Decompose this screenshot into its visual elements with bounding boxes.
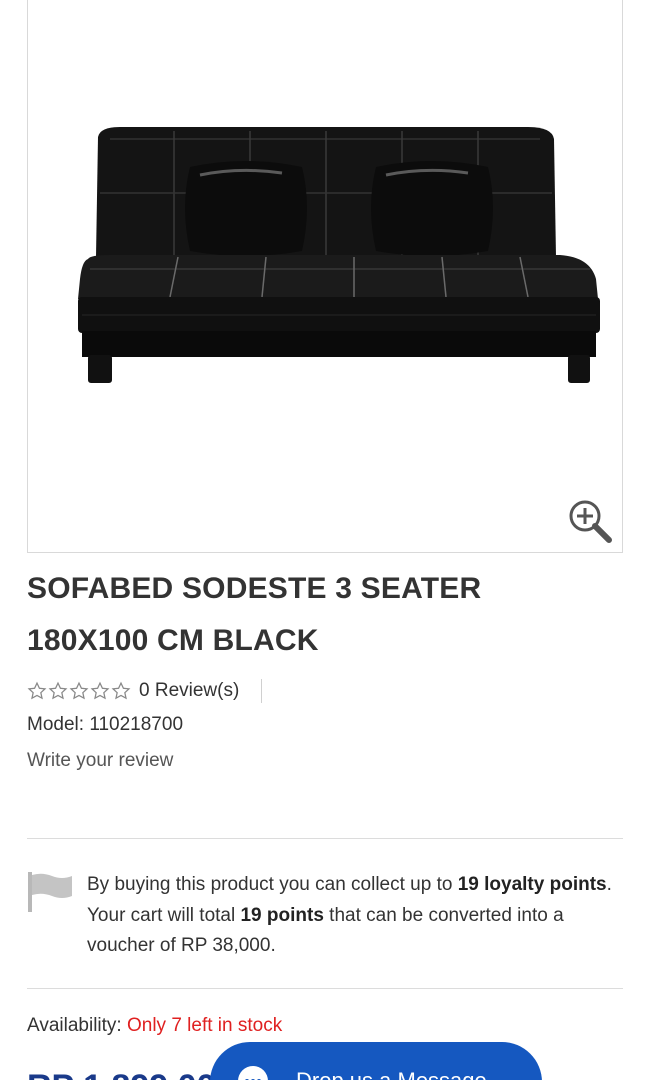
product-price: RP 1.899.000	[27, 1068, 234, 1080]
section-divider	[27, 838, 623, 839]
section-divider	[27, 988, 623, 989]
flag-icon	[28, 872, 72, 912]
loyalty-points: 19 loyalty points	[457, 874, 607, 895]
rating-row: 0 Review(s)	[27, 678, 263, 704]
drop-message-chat-button[interactable]: Drop us a Message	[210, 1042, 542, 1080]
loyalty-total-points: 19 points	[240, 904, 324, 926]
loyalty-text-before: By buying this product you can collect u…	[87, 874, 458, 895]
review-count-link[interactable]: 0 Review(s)	[139, 680, 239, 702]
stock-status: Only 7 left in stock	[126, 1015, 283, 1036]
availability-label: Availability:	[27, 1015, 122, 1036]
product-title-line-2: 180X100 CM BLACK	[27, 624, 319, 657]
star-outline-icon	[69, 681, 89, 700]
star-outline-icon	[111, 681, 131, 700]
zoom-in-icon[interactable]	[565, 496, 613, 544]
model-value: 110218700	[89, 714, 184, 735]
loyalty-points-message: By buying this product you can collect u…	[87, 870, 627, 962]
availability: Availability: Only 7 left in stock	[27, 1015, 282, 1037]
star-outline-icon	[48, 681, 68, 700]
product-page: SOFABED SODESTE 3 SEATER 180X100 CM BLAC…	[0, 0, 649, 1080]
star-outline-icon	[27, 681, 47, 700]
product-title-line-1: SOFABED SODESTE 3 SEATER	[27, 572, 482, 605]
model-number: Model: 110218700	[27, 714, 183, 736]
write-review-link[interactable]: Write your review	[27, 750, 173, 772]
model-label: Model:	[27, 714, 85, 735]
product-title: SOFABED SODESTE 3 SEATER 180X100 CM BLAC…	[27, 563, 617, 667]
chat-bubble-icon	[238, 1066, 268, 1080]
product-image-frame[interactable]	[27, 0, 623, 553]
rating-divider	[261, 679, 263, 703]
rating-stars[interactable]	[27, 681, 131, 701]
star-outline-icon	[90, 681, 110, 700]
sofa-product-image	[78, 127, 600, 383]
chat-button-label: Drop us a Message	[296, 1066, 487, 1080]
